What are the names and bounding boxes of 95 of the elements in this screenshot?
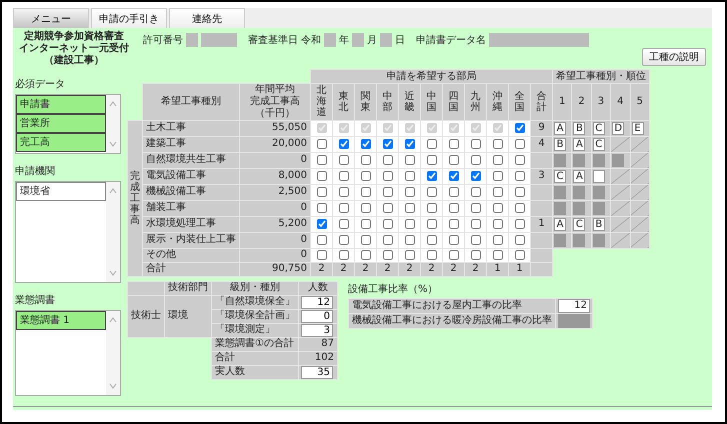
table-cell: 0 [240, 200, 310, 216]
table-cell: 合計 [212, 351, 298, 365]
column-header: 九州 [464, 83, 486, 120]
column-group-header: 申請を希望する部局 [310, 70, 552, 83]
table-cell: 「自然環境保全」 [212, 295, 298, 309]
table-cell: 水環境処理工事 [142, 216, 240, 232]
rank-field[interactable]: A [554, 122, 566, 134]
rank-field[interactable]: E [632, 122, 644, 134]
table-cell: 2,500 [240, 184, 310, 200]
list-item[interactable]: 環境省 [16, 182, 106, 201]
column-group-header: 希望工事種別・順位 [552, 70, 650, 83]
table-cell: 展示・内装仕上工事 [142, 232, 240, 248]
page-title: 定期競争参加資格審査 インターネット一元受付 （建設工事） [18, 31, 130, 67]
field-label: 審査基準日 [248, 34, 298, 47]
column-header: 北海道 [310, 83, 332, 120]
table-cell: 環境 [164, 295, 212, 337]
rank-field[interactable]: A [573, 138, 586, 150]
column-header: 5 [630, 83, 650, 120]
rank-field[interactable]: B [573, 122, 586, 134]
table-cell: 55,050 [240, 120, 310, 136]
table-cell: 102 [298, 351, 338, 365]
tab[interactable]: メニュー [13, 8, 89, 28]
table-cell: その他 [142, 248, 240, 262]
table-cell: 土木工事 [142, 120, 240, 136]
count-field[interactable]: 0 [301, 310, 333, 322]
rank-field[interactable]: C [592, 138, 605, 150]
section-title: 設備工事比率（%） [348, 282, 439, 296]
column-header: 合計 [530, 83, 552, 120]
rank-field[interactable]: C [592, 122, 605, 134]
field-label: 日 [395, 34, 405, 47]
field-label: 令和 [301, 34, 321, 47]
column-header: 1 [552, 83, 572, 120]
column-header: 沖縄 [486, 83, 508, 120]
table-cell: 0 [240, 232, 310, 248]
field-label: 許可番号 [143, 34, 183, 47]
list-item[interactable]: 業態調書 1 [16, 311, 106, 330]
rank-field[interactable]: C [554, 170, 566, 182]
table-cell: 機械設備工事 [142, 184, 240, 200]
table-cell: 0 [240, 248, 310, 262]
list-item[interactable]: 完工高 [16, 133, 106, 152]
column-header: 2 [572, 83, 592, 120]
rank-field[interactable]: D [612, 122, 624, 134]
rank-field[interactable]: A [573, 170, 586, 182]
field-label: 年 [339, 34, 349, 47]
list-title: 必須データ [15, 78, 66, 91]
table-cell: 業態調書①の合計 [212, 337, 298, 351]
table-cell: 0 [240, 152, 310, 168]
column-header: 技術部門 [164, 281, 212, 295]
column-header: 4 [610, 83, 630, 120]
column-header: 全国 [508, 83, 530, 120]
table-cell: 20,000 [240, 136, 310, 152]
column-header: 希望工事種別 [142, 83, 240, 120]
count-field[interactable]: 35 [301, 366, 333, 378]
column-header: 3 [591, 83, 611, 120]
rank-field[interactable]: B [554, 138, 566, 150]
table-cell: 87 [298, 337, 338, 351]
row-group-label: 完成工事高 [128, 120, 142, 276]
tab[interactable]: 連絡先 [169, 8, 245, 28]
table-cell: 技術士 [128, 295, 164, 337]
table-cell: 90,750 [240, 262, 310, 276]
rank-field[interactable]: A [554, 218, 566, 230]
table-cell: 舗装工事 [142, 200, 240, 216]
column-header: 近畿 [398, 83, 420, 120]
column-header: 級別・種別 [212, 281, 298, 295]
table-cell: 建築工事 [142, 136, 240, 152]
table-cell: 「環境測定」 [212, 323, 298, 337]
count-field[interactable]: 3 [301, 324, 333, 336]
column-header: 年間平均 完成工事高 （千円） [240, 83, 310, 120]
table-cell: 「環境保全計画」 [212, 309, 298, 323]
list-title: 申請機関 [15, 164, 56, 178]
table-cell: 8,000 [240, 168, 310, 184]
field-label: 申請書データ名 [416, 34, 486, 47]
list-item[interactable]: 営業所 [16, 114, 106, 133]
column-header: 人数 [298, 281, 338, 295]
table-cell: 合計 [142, 262, 240, 276]
table-cell: 電気設備工事 [142, 168, 240, 184]
column-header: 中部 [376, 83, 398, 120]
column-header: 関東 [354, 83, 376, 120]
column-header: 東北 [332, 83, 354, 120]
table-cell: 自然環境共生工事 [142, 152, 240, 168]
tab[interactable]: 申請の手引き [91, 8, 167, 28]
column-header: 四国 [442, 83, 464, 120]
table-cell: 5,200 [240, 216, 310, 232]
table-cell: 機械設備工事における暖冷房設備工事の比率 [348, 313, 556, 328]
rank-field[interactable]: B [592, 218, 605, 230]
ratio-field[interactable]: 12 [558, 298, 590, 312]
list-title: 業態調書 [15, 294, 56, 307]
table-cell: 実人数 [212, 365, 298, 379]
table-cell: 電気設備工事における屋内工事の比率 [348, 298, 556, 313]
field-label: 月 [367, 34, 377, 47]
rank-field[interactable]: C [573, 218, 586, 230]
column-header: 中国 [420, 83, 442, 120]
list-item[interactable]: 申請書 [16, 95, 106, 114]
explain-button[interactable]: 工種の説明 [642, 48, 706, 66]
count-field[interactable]: 12 [301, 296, 333, 308]
